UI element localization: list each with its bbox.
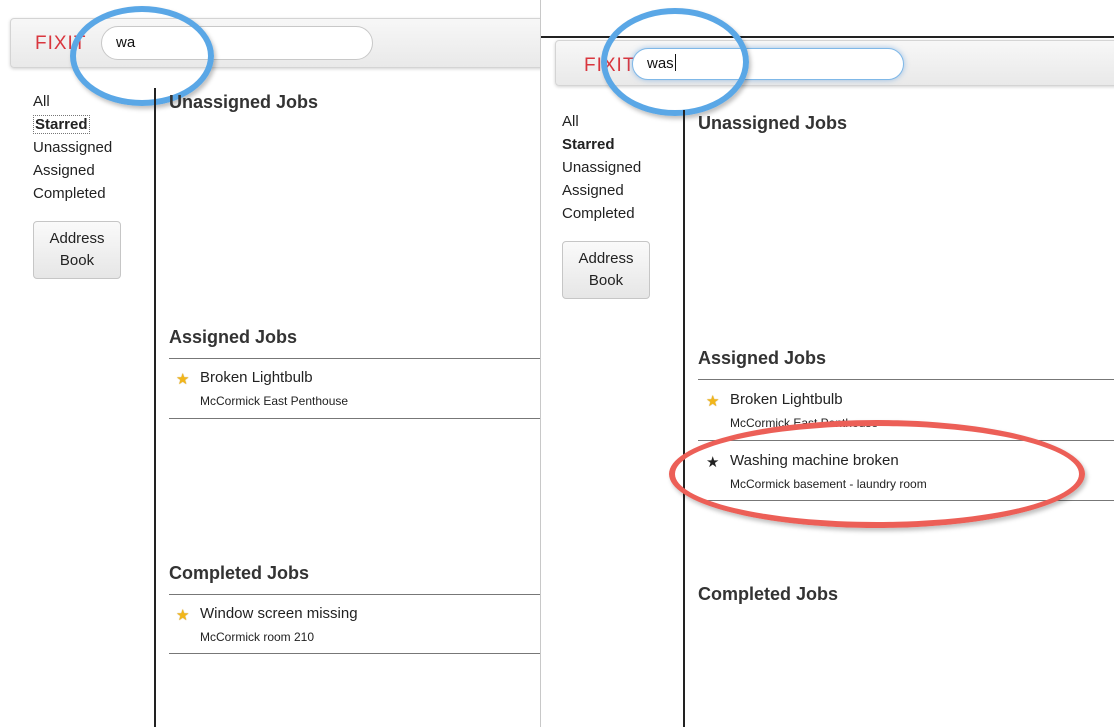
nav-item-completed[interactable]: Completed [33, 182, 112, 205]
search-value: wa [116, 34, 136, 51]
unassigned-jobs-heading: Unassigned Jobs [698, 113, 848, 133]
divider [169, 594, 540, 595]
search-value: was [647, 55, 674, 72]
divider [169, 358, 540, 359]
app-header: FIXIT was [555, 40, 1114, 86]
nav-item-starred[interactable]: Starred [33, 113, 112, 136]
job-title: Broken Lightbulb [730, 391, 843, 408]
job-location: McCormick room 210 [200, 630, 315, 644]
job-title: Washing machine broken [730, 452, 899, 469]
nav-item-assigned[interactable]: Assigned [33, 159, 112, 182]
new-result-highlight-circle [669, 420, 1085, 528]
divider [169, 418, 540, 419]
job-title: Window screen missing [200, 605, 358, 622]
nav-item-starred[interactable]: Starred [562, 133, 641, 156]
star-icon[interactable]: ★ [706, 392, 719, 410]
star-icon[interactable]: ★ [176, 370, 189, 388]
nav-item-unassigned[interactable]: Unassigned [33, 136, 112, 159]
nav-item-completed[interactable]: Completed [562, 202, 641, 225]
assigned-jobs-heading: Assigned Jobs [698, 348, 827, 368]
sidebar-divider [154, 88, 156, 727]
nav-item-all[interactable]: All [562, 110, 641, 133]
sidebar-divider [683, 110, 685, 727]
fixit-logo[interactable]: FIXIT [584, 55, 635, 77]
divider [698, 379, 1114, 380]
fixit-logo[interactable]: FIXIT [35, 33, 86, 55]
star-icon[interactable]: ★ [176, 606, 189, 624]
right-screenshot-panel: FIXIT was All Starred Unassigned Assigne… [540, 0, 1114, 727]
completed-jobs-heading: Completed Jobs [169, 563, 310, 583]
filter-nav: All Starred Unassigned Assigned Complete… [562, 110, 641, 225]
left-screenshot-panel: FIXIT wa All Starred Unassigned Assigned… [0, 0, 540, 727]
assigned-jobs-heading: Assigned Jobs [169, 327, 298, 347]
job-location: McCormick East Penthouse [730, 416, 879, 430]
completed-jobs-heading: Completed Jobs [698, 584, 839, 604]
filter-nav: All Starred Unassigned Assigned Complete… [33, 90, 112, 205]
search-input[interactable]: wa [101, 26, 373, 60]
search-input[interactable]: was [632, 48, 904, 80]
app-header: FIXIT wa [10, 18, 540, 68]
nav-item-assigned[interactable]: Assigned [562, 179, 641, 202]
nav-item-unassigned[interactable]: Unassigned [562, 156, 641, 179]
star-icon[interactable]: ★ [706, 453, 719, 471]
top-border [541, 36, 1114, 38]
text-cursor [674, 54, 676, 71]
address-book-button[interactable]: Address Book [33, 221, 121, 279]
divider [698, 440, 1114, 441]
job-title: Broken Lightbulb [200, 369, 313, 386]
unassigned-jobs-heading: Unassigned Jobs [169, 92, 319, 112]
job-location: McCormick East Penthouse [200, 394, 349, 408]
nav-item-all[interactable]: All [33, 90, 112, 113]
divider [698, 500, 1114, 501]
job-location: McCormick basement - laundry room [730, 477, 927, 491]
address-book-button[interactable]: Address Book [562, 241, 650, 299]
divider [169, 653, 540, 654]
